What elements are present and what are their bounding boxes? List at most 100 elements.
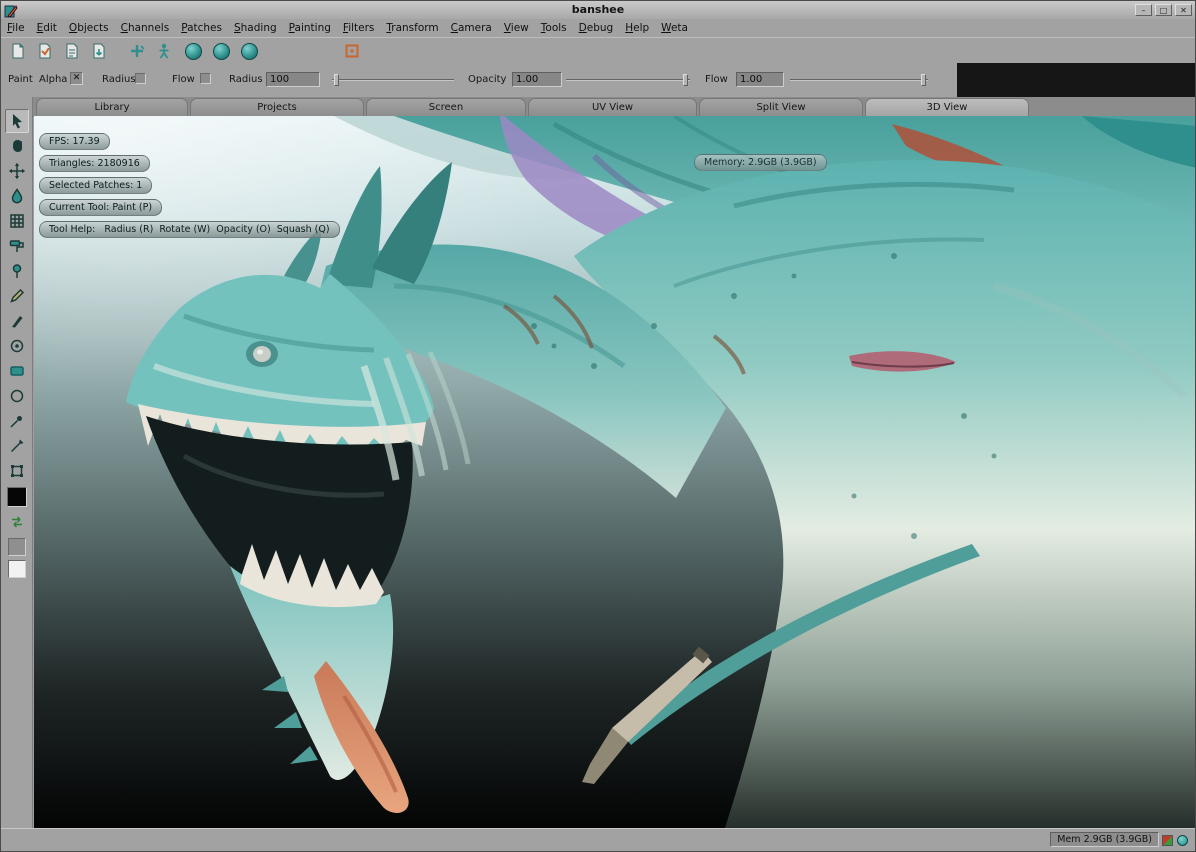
menu-filters[interactable]: Filters xyxy=(337,22,380,34)
eyedropper-tool-button[interactable] xyxy=(5,409,29,433)
maximize-button[interactable]: □ xyxy=(1155,4,1172,16)
radius-slider-track xyxy=(332,79,454,81)
status-bar: Mem 2.9GB (3.9GB) xyxy=(1,828,1195,851)
menu-edit[interactable]: Edit xyxy=(31,22,63,34)
ellipse-tool-button[interactable] xyxy=(5,384,29,408)
checkmark-icon: ✕ xyxy=(73,73,81,83)
select-tool-button[interactable] xyxy=(5,109,29,133)
shader-ball-3-icon[interactable] xyxy=(241,43,258,60)
menu-objects[interactable]: Objects xyxy=(63,22,115,34)
pencil-tool-button[interactable] xyxy=(5,284,29,308)
marquee-rect-icon xyxy=(8,362,26,380)
transform-icon xyxy=(8,462,26,480)
radius-slider[interactable] xyxy=(332,74,454,86)
menu-tools[interactable]: Tools xyxy=(535,22,573,34)
tab-uv-view[interactable]: UV View xyxy=(528,98,697,116)
marquee-tool-button[interactable] xyxy=(5,359,29,383)
swap-arrows-icon xyxy=(8,513,26,531)
shader-ball-2-icon[interactable] xyxy=(213,43,230,60)
menu-help[interactable]: Help xyxy=(619,22,655,34)
shader-ball-1-icon[interactable] xyxy=(185,43,202,60)
titlebar[interactable]: banshee – □ ✕ xyxy=(1,1,1195,20)
radius-toggle-label: Radius xyxy=(102,74,136,85)
radius-label: Radius xyxy=(229,74,263,85)
background-color-swatch[interactable] xyxy=(8,560,26,578)
add-channel-icon[interactable] xyxy=(127,41,147,61)
hud-triangles: Triangles: 2180916 xyxy=(39,155,150,172)
hud-fps: FPS: 17.39 xyxy=(39,133,110,150)
marker-tool-button[interactable] xyxy=(5,309,29,333)
viewport-3d[interactable]: FPS: 17.39 Triangles: 2180916 Selected P… xyxy=(34,116,1196,831)
pin-icon xyxy=(8,262,26,280)
hud-memory: Memory: 2.9GB (3.9GB) xyxy=(694,154,827,171)
paint-roller-tool-button[interactable] xyxy=(5,234,29,258)
radius-toggle-checkbox[interactable] xyxy=(135,73,146,84)
main-toolbar xyxy=(1,37,1195,65)
export-image-icon[interactable] xyxy=(89,41,109,61)
ellipse-icon xyxy=(8,387,26,405)
minimize-button[interactable]: – xyxy=(1135,4,1152,16)
menu-transform[interactable]: Transform xyxy=(380,22,444,34)
menu-painting[interactable]: Painting xyxy=(283,22,337,34)
droplet-tool-button[interactable] xyxy=(5,184,29,208)
memory-readout: Mem 2.9GB (3.9GB) xyxy=(1050,832,1159,847)
opacity-input[interactable] xyxy=(512,72,562,87)
pin-tool-button[interactable] xyxy=(5,259,29,283)
menu-channels[interactable]: Channels xyxy=(115,22,176,34)
eyedropper-icon xyxy=(8,412,26,430)
opacity-slider[interactable] xyxy=(566,74,690,86)
flow-slider[interactable] xyxy=(790,74,928,86)
tab-split-view[interactable]: Split View xyxy=(699,98,863,116)
hud-selected-patches: Selected Patches: 1 xyxy=(39,177,152,194)
radius-input[interactable] xyxy=(266,72,320,87)
opacity-slider-handle[interactable] xyxy=(683,74,688,86)
transform-tool-button[interactable] xyxy=(5,459,29,483)
menu-file[interactable]: File xyxy=(1,22,31,34)
pan-tool-button[interactable] xyxy=(5,134,29,158)
paint-tool-label: Paint xyxy=(8,74,33,85)
swap-colors-button[interactable] xyxy=(5,510,29,534)
radius-slider-handle[interactable] xyxy=(334,74,339,86)
flow-input[interactable] xyxy=(736,72,784,87)
opacity-slider-track xyxy=(566,79,690,81)
move-tool-button[interactable] xyxy=(5,159,29,183)
menu-patches[interactable]: Patches xyxy=(175,22,228,34)
alpha-checkbox[interactable]: ✕ xyxy=(70,72,83,85)
alpha-label: Alpha xyxy=(39,74,67,85)
knife-tool-button[interactable] xyxy=(5,434,29,458)
paint-bar-spacer xyxy=(957,63,1195,97)
marker-icon xyxy=(8,312,26,330)
opacity-label: Opacity xyxy=(468,74,506,85)
save-project-icon[interactable] xyxy=(62,41,82,61)
menu-view[interactable]: View xyxy=(498,22,535,34)
menu-weta[interactable]: Weta xyxy=(655,22,694,34)
pose-icon[interactable] xyxy=(154,41,174,61)
flow-toggle-checkbox[interactable] xyxy=(200,73,211,84)
tab-3d-view[interactable]: 3D View xyxy=(865,98,1029,116)
menu-shading[interactable]: Shading xyxy=(228,22,283,34)
foreground-color-swatch[interactable] xyxy=(7,487,27,507)
grid-tool-button[interactable] xyxy=(5,209,29,233)
clone-tool-button[interactable] xyxy=(5,334,29,358)
paint-roller-icon xyxy=(8,237,26,255)
lighting-cube-icon[interactable] xyxy=(342,41,362,61)
view-tab-bar: Library Projects Screen UV View Split Vi… xyxy=(1,97,1195,117)
flow-slider-handle[interactable] xyxy=(921,74,926,86)
hud-current-tool: Current Tool: Paint (P) xyxy=(39,199,162,216)
new-project-icon[interactable] xyxy=(8,41,28,61)
activity-indicator-icon xyxy=(1162,835,1173,846)
close-button[interactable]: ✕ xyxy=(1175,4,1192,16)
app-window: banshee – □ ✕ File Edit Objects Channels… xyxy=(0,0,1196,852)
menu-debug[interactable]: Debug xyxy=(573,22,620,34)
flow-slider-track xyxy=(790,79,928,81)
tab-library[interactable]: Library xyxy=(36,98,188,116)
open-project-icon[interactable] xyxy=(35,41,55,61)
hand-icon xyxy=(8,137,26,155)
status-led-icon xyxy=(1177,835,1188,846)
clone-stamp-icon xyxy=(8,337,26,355)
menu-camera[interactable]: Camera xyxy=(445,22,498,34)
midground-color-swatch[interactable] xyxy=(8,538,26,556)
pencil-icon xyxy=(8,287,26,305)
tab-screen[interactable]: Screen xyxy=(366,98,526,116)
tab-projects[interactable]: Projects xyxy=(190,98,364,116)
